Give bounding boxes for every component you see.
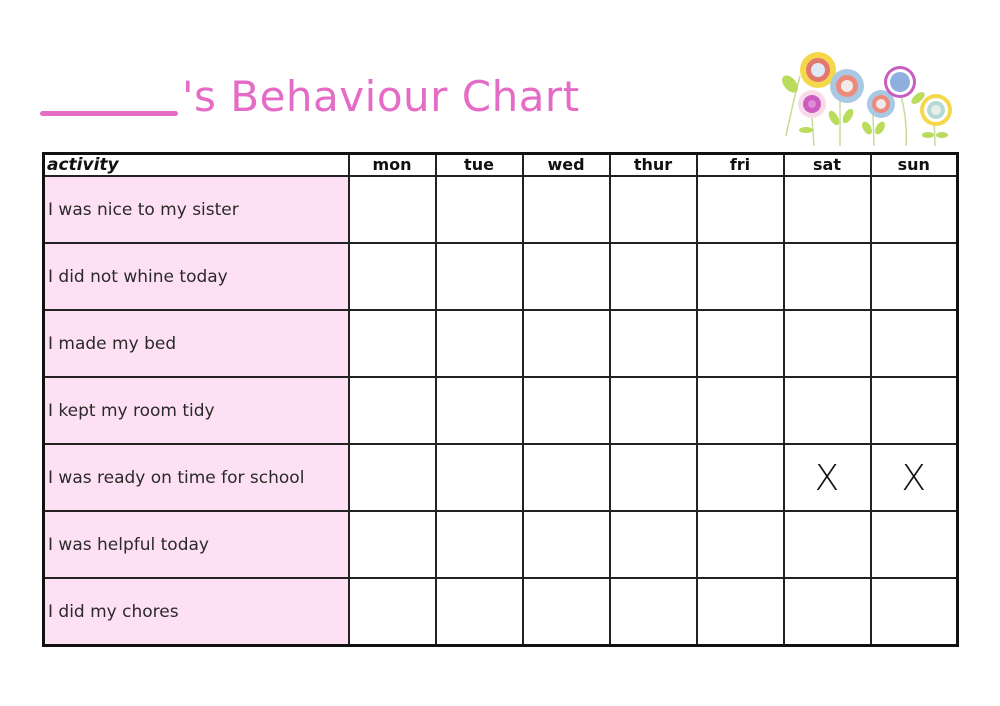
activity-header: activity [42, 152, 350, 177]
day-cell-tue[interactable] [434, 175, 524, 244]
day-cell-mon[interactable] [347, 242, 437, 311]
day-header-fri: fri [695, 152, 785, 177]
day-cell-sun[interactable] [869, 510, 959, 579]
day-cell-sun[interactable] [869, 242, 959, 311]
table-row: I was ready on time for school X X [42, 443, 959, 512]
day-header-thur: thur [608, 152, 698, 177]
day-header-sun: sun [869, 152, 959, 177]
day-cell-wed[interactable] [521, 443, 611, 512]
day-cell-wed[interactable] [521, 242, 611, 311]
table-row: I kept my room tidy [42, 376, 959, 445]
day-cell-fri[interactable] [695, 175, 785, 244]
activity-cell: I was nice to my sister [42, 175, 350, 244]
day-cell-fri[interactable] [695, 376, 785, 445]
flowers-icon [782, 52, 952, 146]
table-row: I did my chores [42, 577, 959, 647]
day-cell-tue[interactable] [434, 577, 524, 647]
day-cell-tue[interactable] [434, 376, 524, 445]
day-cell-wed[interactable] [521, 376, 611, 445]
day-cell-fri[interactable] [695, 577, 785, 647]
table-body: I was nice to my sister I did not whine t… [42, 175, 959, 647]
day-cell-fri[interactable] [695, 242, 785, 311]
day-cell-sun[interactable] [869, 175, 959, 244]
table-row: I made my bed [42, 309, 959, 378]
day-cell-tue[interactable] [434, 443, 524, 512]
activity-cell: I did not whine today [42, 242, 350, 311]
name-blank-line[interactable] [40, 111, 178, 116]
header-row: activity mon tue wed thur fri sat sun [42, 152, 959, 177]
activity-cell: I kept my room tidy [42, 376, 350, 445]
day-cell-tue[interactable] [434, 510, 524, 579]
activity-cell: I was ready on time for school [42, 443, 350, 512]
day-header-mon: mon [347, 152, 437, 177]
activity-cell: I was helpful today [42, 510, 350, 579]
day-cell-fri[interactable] [695, 443, 785, 512]
day-cell-thur[interactable] [608, 443, 698, 512]
day-cell-sat[interactable] [782, 376, 872, 445]
day-cell-sat[interactable] [782, 510, 872, 579]
day-cell-thur[interactable] [608, 309, 698, 378]
day-cell-sat[interactable] [782, 309, 872, 378]
activity-cell: I did my chores [42, 577, 350, 647]
day-cell-sun[interactable] [869, 309, 959, 378]
day-cell-tue[interactable] [434, 309, 524, 378]
day-cell-mon[interactable] [347, 309, 437, 378]
day-cell-mon[interactable] [347, 175, 437, 244]
day-cell-wed[interactable] [521, 309, 611, 378]
day-cell-wed[interactable] [521, 577, 611, 647]
day-cell-thur[interactable] [608, 510, 698, 579]
day-cell-sun[interactable] [869, 376, 959, 445]
table-row: I did not whine today [42, 242, 959, 311]
table-row: I was helpful today [42, 510, 959, 579]
day-cell-wed[interactable] [521, 175, 611, 244]
table-row: I was nice to my sister [42, 175, 959, 244]
day-cell-thur[interactable] [608, 242, 698, 311]
chart-title: 's Behaviour Chart [40, 70, 580, 130]
day-cell-sun[interactable]: X [869, 443, 959, 512]
day-header-wed: wed [521, 152, 611, 177]
day-cell-mon[interactable] [347, 443, 437, 512]
day-cell-fri[interactable] [695, 309, 785, 378]
day-cell-tue[interactable] [434, 242, 524, 311]
day-header-sat: sat [782, 152, 872, 177]
day-cell-mon[interactable] [347, 510, 437, 579]
day-cell-wed[interactable] [521, 510, 611, 579]
day-cell-sat[interactable] [782, 242, 872, 311]
activity-cell: I made my bed [42, 309, 350, 378]
day-cell-thur[interactable] [608, 577, 698, 647]
day-cell-mon[interactable] [347, 376, 437, 445]
title-text: 's Behaviour Chart [182, 72, 580, 121]
day-cell-mon[interactable] [347, 577, 437, 647]
day-cell-thur[interactable] [608, 175, 698, 244]
day-cell-thur[interactable] [608, 376, 698, 445]
day-cell-sat[interactable]: X [782, 443, 872, 512]
day-cell-sat[interactable] [782, 175, 872, 244]
behaviour-table: activity mon tue wed thur fri sat sun I … [42, 152, 959, 647]
day-cell-sat[interactable] [782, 577, 872, 647]
day-header-tue: tue [434, 152, 524, 177]
day-cell-sun[interactable] [869, 577, 959, 647]
day-cell-fri[interactable] [695, 510, 785, 579]
